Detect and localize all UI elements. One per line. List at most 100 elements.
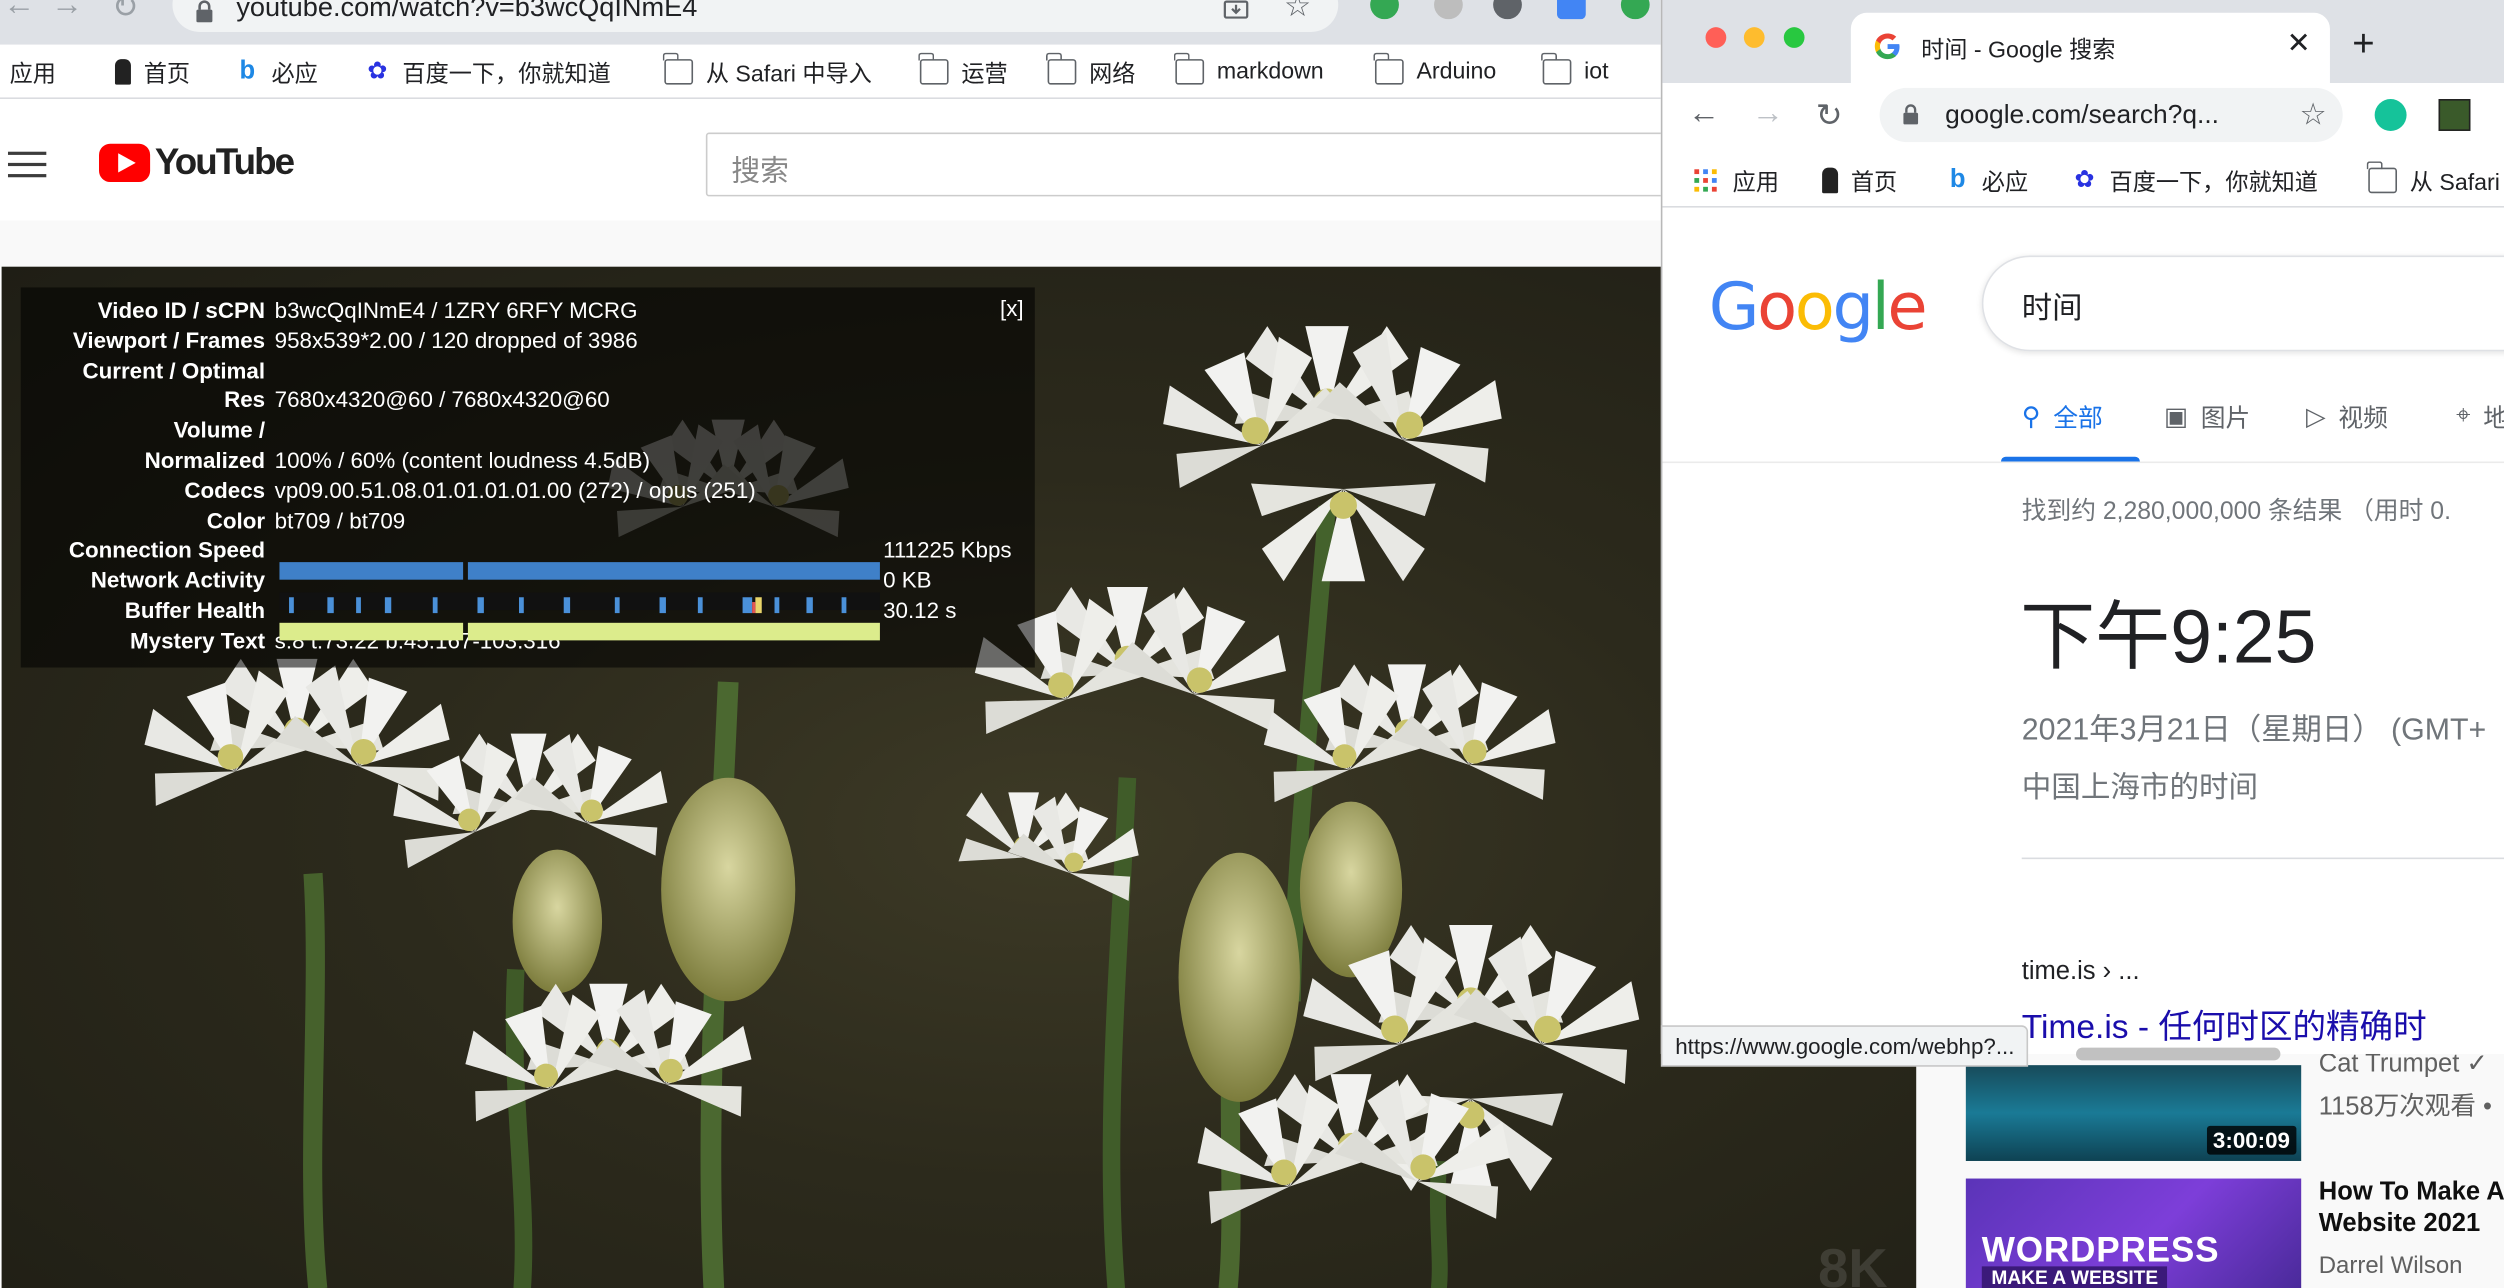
forward-arrow-icon[interactable]: →: [51, 0, 83, 24]
stats-row: Color bt709 / bt709: [21, 506, 1035, 536]
close-window-button[interactable]: [1705, 27, 1727, 48]
baidu-paw-icon: ✿: [367, 57, 388, 85]
bookmark-star-icon[interactable]: ☆: [2300, 97, 2327, 134]
stats-label: Video ID / sCPN: [97, 297, 266, 323]
new-tab-button[interactable]: +: [2352, 22, 2374, 67]
google-search-input[interactable]: 时间: [1981, 255, 2504, 352]
result-cite[interactable]: time.is › ...: [2022, 958, 2140, 987]
google-bookmarks-bar: 应用 首页 b 必应 ✿ 百度一下，你就知道 从 Safari: [1662, 153, 2504, 208]
reload-icon[interactable]: ↻: [1816, 96, 1843, 136]
shield-extension-icon[interactable]: [1434, 0, 1463, 20]
bookmark-label: 首页: [143, 61, 191, 88]
horizontal-scrollbar[interactable]: [2076, 1047, 2281, 1061]
youtube-address-bar[interactable]: youtube.com/watch?v=b3wcQqINmE4 ☆: [172, 0, 1339, 32]
youtube-browser-toolbar: ← → ↻ youtube.com/watch?v=b3wcQqINmE4 ☆: [0, 0, 1661, 45]
bookmark-baidu[interactable]: ✿ 百度一下，你就知道: [367, 54, 611, 89]
thumbnail-subtitle: MAKE A WEBSITE: [1981, 1266, 2168, 1288]
stats-row: Viewport / Frames 958x539*2.00 / 120 drop…: [21, 325, 1035, 355]
bookmark-label: 运营: [961, 61, 1008, 88]
bookmark-safari[interactable]: 从 Safari: [2367, 161, 2500, 198]
result-count: 找到约 2,280,000,000 条结果 （用时 0.: [2021, 498, 2451, 526]
bookmark-operations[interactable]: 运营: [918, 52, 1008, 89]
bookmark-home[interactable]: 首页: [1822, 163, 1897, 198]
menu-icon[interactable]: [7, 151, 47, 181]
stats-value: vp09.00.51.08.01.01.01.01.00 (272) / opu…: [274, 477, 756, 503]
forward-arrow-icon[interactable]: →: [1752, 96, 1784, 133]
bookmark-safari-import[interactable]: 从 Safari 中导入: [663, 52, 872, 89]
image-icon: ▣: [2163, 404, 2189, 432]
related-video-channel-2[interactable]: Darrel Wilson: [2319, 1252, 2463, 1279]
bookmark-label: 从 Safari 中导入: [705, 61, 872, 88]
bookmark-label: 必应: [271, 61, 318, 88]
minimize-window-button[interactable]: [1743, 27, 1765, 48]
stats-value: 7680x4320@60 / 7680x4320@60: [274, 387, 610, 413]
youtube-logo-text[interactable]: YouTube: [155, 141, 295, 184]
stats-value: 100% / 60% (content loudness 4.5dB): [274, 447, 651, 473]
tab-label: 图片: [2200, 405, 2251, 433]
folder-icon: [663, 52, 694, 85]
stats-label: Color: [206, 507, 266, 533]
stats-label: Buffer Health: [124, 597, 266, 623]
tab-all[interactable]: ⚲ 全部: [2022, 399, 2103, 434]
bing-icon: b: [1949, 166, 1966, 194]
bookmark-iot[interactable]: iot: [1541, 52, 1609, 89]
stats-for-nerds-panel: [x] Video ID / sCPN b3wcQqINmE4 / 1ZRY 6R…: [20, 287, 1035, 668]
related-video-title-2-line2[interactable]: Website 2021: [2319, 1210, 2480, 1239]
stats-value: 111225 Kbps: [883, 537, 1012, 563]
baidu-paw-icon: ✿: [2074, 166, 2095, 194]
translate-extension-icon[interactable]: [1557, 0, 1586, 20]
zoom-window-button[interactable]: [1783, 27, 1805, 48]
grammarly-extension-icon[interactable]: [2374, 99, 2407, 131]
folder-icon: [2367, 161, 2398, 194]
network-activity-spikes: [289, 597, 847, 614]
folder-icon: [1374, 52, 1404, 85]
youtube-logo-icon[interactable]: [99, 143, 151, 183]
bookmark-markdown[interactable]: markdown: [1174, 52, 1324, 89]
bookmark-apps[interactable]: 应用: [1691, 163, 1779, 198]
related-video-title-2-line1[interactable]: How To Make A: [2319, 1179, 2504, 1208]
bookmark-baidu[interactable]: ✿ 百度一下，你就知道: [2074, 163, 2318, 198]
stats-value: b3wcQqINmE4 / 1ZRY 6RFY MCRG: [274, 297, 638, 323]
bookmark-label: 应用: [1732, 170, 1779, 196]
install-icon[interactable]: [1223, 0, 1249, 22]
related-video-thumbnail-1[interactable]: 3:00:09: [1965, 1065, 2302, 1161]
back-arrow-icon[interactable]: ←: [1688, 96, 1720, 133]
tab-maps[interactable]: ⌖地: [2456, 399, 2504, 434]
lock-icon: [196, 0, 213, 23]
reload-icon[interactable]: ↻: [112, 0, 139, 27]
result-title-link[interactable]: Time.is - 任何时区的精确时: [2022, 1001, 2427, 1049]
stats-label: Normalized: [144, 447, 266, 473]
youtube-search-input[interactable]: 搜索: [705, 132, 1696, 197]
related-video-thumbnail-2[interactable]: WORDPRESS MAKE A WEBSITE: [1965, 1178, 2302, 1288]
bookmark-bing[interactable]: b 必应: [240, 54, 318, 89]
bookmark-arduino[interactable]: Arduino: [1374, 52, 1496, 89]
google-favicon-icon: [1874, 33, 1900, 60]
back-arrow-icon[interactable]: ←: [3, 0, 35, 24]
stats-row: Video ID / sCPN b3wcQqINmE4 / 1ZRY 6RFY M…: [21, 295, 1035, 325]
tab-videos[interactable]: ▷ 视频: [2306, 399, 2388, 434]
search-placeholder: 搜索: [731, 154, 789, 187]
video-player[interactable]: [x] Video ID / sCPN b3wcQqINmE4 / 1ZRY 6R…: [1, 266, 1917, 1288]
evernote-extension-icon[interactable]: [1370, 0, 1399, 20]
search-query: 时间: [2021, 292, 2083, 326]
bookmark-bing[interactable]: b 必应: [1950, 163, 2028, 198]
check-extension-icon[interactable]: [1620, 0, 1650, 20]
tab-google-search[interactable]: 时间 - Google 搜索 ✕: [1850, 12, 2330, 84]
bookmark-label: iot: [1584, 59, 1609, 85]
extension-icon[interactable]: [1493, 0, 1522, 20]
bookmark-star-icon[interactable]: ☆: [1284, 0, 1311, 24]
google-address-bar[interactable]: google.com/search?q... ☆: [1879, 87, 2343, 143]
bookmark-home[interactable]: 首页: [114, 54, 191, 89]
bookmark-network[interactable]: 网络: [1046, 52, 1135, 89]
tab-title: 时间 - Google 搜索: [1921, 38, 2116, 64]
google-logo[interactable]: Google: [1709, 268, 1928, 345]
close-tab-icon[interactable]: ✕: [2287, 27, 2311, 61]
stats-label: Volume /: [173, 417, 266, 443]
tab-images[interactable]: ▣ 图片: [2164, 399, 2250, 434]
pixel-extension-icon[interactable]: [2438, 99, 2471, 131]
current-time: 下午9:25: [2020, 575, 2316, 685]
youtube-related-sidebar: 3:00:09 Cat Trumpet ✓ 1158万次观看 • WORDPRE…: [1916, 1051, 2504, 1288]
bookmark-apps[interactable]: 应用: [0, 54, 56, 89]
stats-label: Res: [224, 387, 266, 413]
bookmark-label: markdown: [1216, 59, 1324, 85]
